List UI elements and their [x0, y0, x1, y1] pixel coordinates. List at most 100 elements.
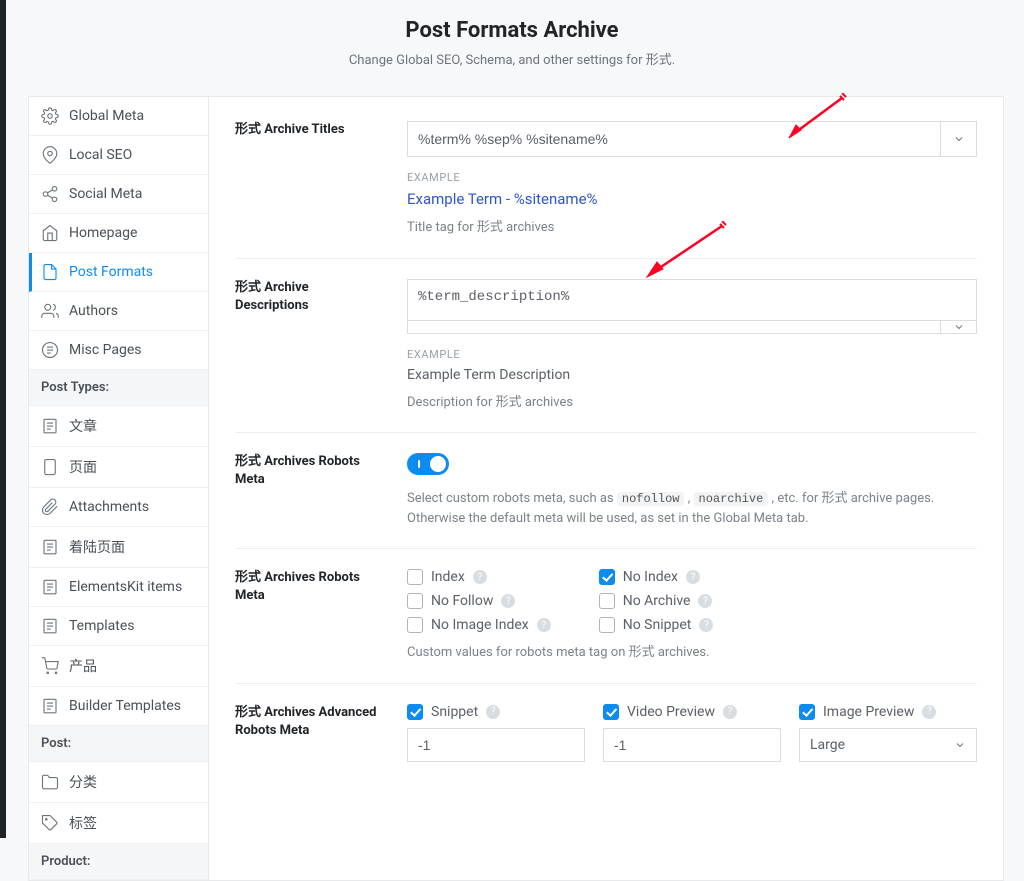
help-icon[interactable]: ? [686, 570, 700, 584]
sidebar-item-local-seo[interactable]: Local SEO [29, 136, 208, 175]
sidebar-item-label: Post Formats [69, 264, 153, 280]
help-icon[interactable]: ? [922, 705, 936, 719]
doc-icon [41, 697, 59, 715]
sidebar-item-attachments[interactable]: Attachments [29, 488, 208, 527]
checkbox-snippet[interactable]: Snippet? [407, 704, 585, 720]
sidebar-item-posts[interactable]: 文章 [29, 406, 208, 447]
help-icon[interactable]: ? [473, 570, 487, 584]
sidebar-item-misc-pages[interactable]: Misc Pages [29, 331, 208, 370]
help-icon[interactable]: ? [486, 705, 500, 719]
page-header: Post Formats Archive Change Global SEO, … [0, 0, 1024, 76]
sidebar-item-social-meta[interactable]: Social Meta [29, 175, 208, 214]
example-caption: EXAMPLE [407, 171, 977, 184]
checkbox-video-preview[interactable]: Video Preview? [603, 704, 781, 720]
checkbox-no-archive[interactable]: No Archive? [599, 593, 714, 609]
share-icon [41, 185, 59, 203]
sidebar-item-label: Local SEO [69, 147, 132, 163]
checkbox-icon [599, 569, 615, 585]
video-preview-input[interactable] [603, 728, 781, 762]
doc-icon [41, 617, 59, 635]
section-label: 形式 Archive Titles [235, 121, 385, 238]
checkbox-icon [407, 704, 423, 720]
paperclip-icon [41, 498, 59, 516]
sidebar-item-label: Attachments [69, 499, 149, 515]
pin-icon [41, 146, 59, 164]
checkbox-no-image-index[interactable]: No Image Index? [407, 617, 551, 633]
help-icon[interactable]: ? [537, 618, 551, 632]
sidebar-item-label: Global Meta [69, 108, 144, 124]
sidebar-item-label: 分类 [69, 772, 97, 792]
sidebar-item-authors[interactable]: Authors [29, 292, 208, 331]
checkbox-icon [407, 569, 423, 585]
sidebar-item-global-meta[interactable]: Global Meta [29, 97, 208, 136]
archive-description-input[interactable]: %term_description% [408, 280, 976, 320]
section-robots-toggle: 形式 Archives Robots Meta Select custom ro… [235, 432, 977, 548]
sidebar-item-label: Misc Pages [69, 342, 142, 358]
sidebar-item-post-formats[interactable]: Post Formats [29, 253, 208, 292]
example-preview: Example Term Description [407, 367, 977, 383]
sidebar-item-category[interactable]: 分类 [29, 762, 208, 803]
sidebar-item-label: Templates [69, 618, 135, 634]
sidebar-item-label: Builder Templates [69, 698, 181, 714]
section-archive-titles: 形式 Archive Titles EXAMPLE Example Term -… [235, 115, 977, 258]
image-preview-select[interactable]: Large [799, 728, 977, 762]
section-robots-meta: 形式 Archives Robots Meta Index? No Follow… [235, 548, 977, 683]
checkbox-no-snippet[interactable]: No Snippet? [599, 617, 714, 633]
tag-icon [41, 814, 59, 832]
doc-icon [41, 538, 59, 556]
checkbox-icon [407, 617, 423, 633]
chevron-down-icon [953, 321, 965, 333]
checkbox-image-preview[interactable]: Image Preview? [799, 704, 977, 720]
help-icon[interactable]: ? [698, 594, 712, 608]
sidebar-item-products[interactable]: 产品 [29, 646, 208, 687]
chevron-down-icon [954, 739, 966, 751]
sidebar-item-label: 文章 [69, 416, 97, 436]
sidebar-item-elementskit[interactable]: ElementsKit items [29, 568, 208, 607]
checkbox-icon [799, 704, 815, 720]
code-chip: nofollow [617, 492, 685, 506]
checkbox-no-index[interactable]: No Index? [599, 569, 714, 585]
help-icon[interactable]: ? [699, 618, 713, 632]
sidebar-item-landing[interactable]: 着陆页面 [29, 527, 208, 568]
sidebar-heading-post: Post: [29, 726, 208, 762]
help-icon[interactable]: ? [501, 594, 515, 608]
doc-icon [41, 578, 59, 596]
sidebar-item-label: 产品 [69, 656, 97, 676]
section-advanced-robots: 形式 Archives Advanced Robots Meta Snippet… [235, 683, 977, 782]
checkbox-no-follow[interactable]: No Follow? [407, 593, 551, 609]
snippet-input[interactable] [407, 728, 585, 762]
home-icon [41, 224, 59, 242]
tablet-icon [41, 458, 59, 476]
archive-title-input-wrap [407, 121, 977, 157]
page-title: Post Formats Archive [0, 18, 1024, 43]
example-preview: Example Term - %sitename% [407, 190, 977, 208]
section-label: 形式 Archive Descriptions [235, 279, 385, 413]
sidebar-item-builder-templates[interactable]: Builder Templates [29, 687, 208, 726]
sidebar-heading-post-types: Post Types: [29, 370, 208, 406]
robots-meta-toggle[interactable] [407, 453, 449, 475]
title-variable-dropdown[interactable] [940, 122, 976, 156]
description-variable-dropdown[interactable] [940, 321, 976, 333]
misc-icon [41, 341, 59, 359]
page-subtitle: Change Global SEO, Schema, and other set… [0, 49, 1024, 68]
sidebar-item-pages[interactable]: 页面 [29, 447, 208, 488]
sidebar-item-templates[interactable]: Templates [29, 607, 208, 646]
gear-icon [41, 107, 59, 125]
checkbox-index[interactable]: Index? [407, 569, 551, 585]
page-icon [41, 263, 59, 281]
toggle-knob [430, 456, 446, 472]
sidebar-item-label: Authors [69, 303, 118, 319]
help-icon[interactable]: ? [723, 705, 737, 719]
archive-title-input[interactable] [408, 122, 940, 156]
users-icon [41, 302, 59, 320]
sidebar-item-label: 标签 [69, 813, 97, 833]
sidebar-item-homepage[interactable]: Homepage [29, 214, 208, 253]
doc-icon [41, 417, 59, 435]
archive-description-input-wrap: %term_description% [407, 279, 977, 334]
sidebar-item-label: Homepage [69, 225, 137, 241]
folder-icon [41, 773, 59, 791]
admin-menu-border [0, 0, 6, 838]
toggle-on-indicator [418, 460, 420, 468]
cart-icon [41, 657, 59, 675]
chevron-down-icon [953, 133, 965, 145]
